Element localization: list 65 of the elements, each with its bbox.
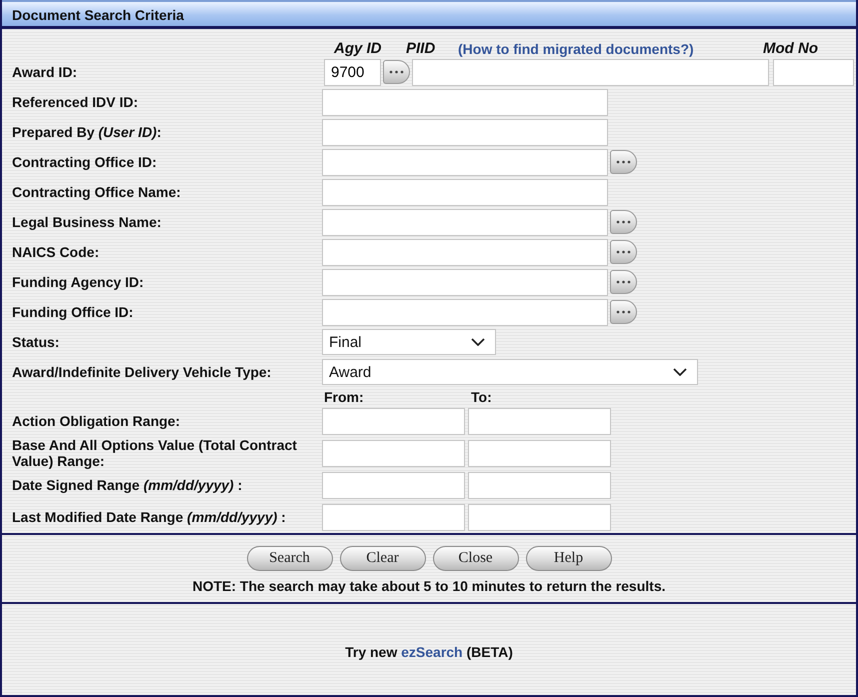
ellipsis-icon — [616, 160, 631, 164]
note-text: NOTE: The search may take about 5 to 10 minutes to return the results. — [192, 578, 666, 594]
column-heading: PIID — [406, 40, 436, 57]
field-label: Award/Indefinite Delivery Vehicle Type: — [12, 364, 272, 380]
to-field[interactable] — [468, 440, 611, 466]
field-label: Date Signed Range (mm/dd/yyyy) : — [12, 477, 244, 493]
field-label: Referenced IDV ID: — [12, 94, 140, 110]
lookup-button[interactable] — [610, 240, 637, 264]
field-label: Award ID: — [12, 64, 78, 80]
action-button[interactable]: Help — [526, 546, 612, 571]
ellipsis-icon — [616, 280, 631, 284]
text-field[interactable] — [322, 178, 608, 206]
column-heading: From: — [324, 389, 365, 405]
text-field[interactable] — [322, 118, 608, 146]
ellipsis-icon — [616, 250, 631, 254]
text-field[interactable] — [322, 268, 608, 296]
field-label: Action Obligation Range: — [12, 413, 181, 429]
chevron-down-icon — [471, 338, 485, 346]
field-label: Legal Business Name: — [12, 214, 162, 230]
dropdown[interactable]: Award — [322, 359, 698, 385]
field-label: Funding Office ID: — [12, 304, 134, 320]
ellipsis-icon — [389, 70, 404, 74]
text-field[interactable] — [322, 208, 608, 236]
lookup-button[interactable] — [610, 270, 637, 294]
from-field[interactable] — [322, 504, 465, 530]
field-label: Contracting Office ID: — [12, 154, 158, 170]
lookup-button[interactable] — [383, 60, 410, 84]
lookup-button[interactable] — [610, 210, 637, 234]
action-button[interactable]: Search — [246, 546, 332, 571]
from-field[interactable] — [322, 472, 465, 498]
footer-text: (BETA) — [465, 644, 513, 660]
column-heading: To: — [471, 389, 493, 405]
ezsearch-link[interactable]: ezSearch — [401, 644, 463, 660]
field-label: Base And All Options Value (Total Contract Value) Range: — [12, 437, 298, 469]
field-label: NAICS Code: — [12, 244, 100, 260]
lookup-button[interactable] — [610, 150, 637, 174]
column-heading: Mod No — [763, 40, 818, 57]
to-field[interactable] — [468, 504, 611, 530]
dropdown[interactable]: Final — [322, 329, 496, 355]
to-field[interactable] — [468, 408, 611, 434]
field-label: Last Modified Date Range (mm/dd/yyyy) : — [12, 509, 287, 525]
ellipsis-icon — [616, 310, 631, 314]
field-label: Contracting Office Name: — [12, 184, 182, 200]
agency-id-field[interactable]: 9700 — [324, 58, 381, 86]
text-field[interactable] — [322, 148, 608, 176]
chevron-down-icon — [673, 368, 687, 376]
panel-title: Document Search Criteria — [2, 0, 856, 29]
field-label: Funding Agency ID: — [12, 274, 145, 290]
column-heading: Agy ID — [332, 40, 383, 57]
text-field[interactable] — [322, 88, 608, 116]
field-label: Prepared By (User ID): — [12, 124, 162, 140]
lookup-button[interactable] — [610, 300, 637, 324]
piid-field[interactable] — [412, 58, 769, 86]
from-field[interactable] — [322, 440, 465, 466]
ellipsis-icon — [616, 220, 631, 224]
mod-no-field[interactable] — [773, 58, 854, 86]
text-field[interactable] — [322, 238, 608, 266]
from-field[interactable] — [322, 408, 465, 434]
action-button[interactable]: Clear — [340, 546, 426, 571]
action-button[interactable]: Close — [432, 546, 518, 571]
help-link[interactable]: (How to find migrated documents?) — [458, 41, 763, 57]
text-field[interactable] — [322, 298, 608, 326]
to-field[interactable] — [468, 472, 611, 498]
field-label: Status: — [12, 334, 60, 350]
footer-text: Try new — [345, 644, 398, 660]
